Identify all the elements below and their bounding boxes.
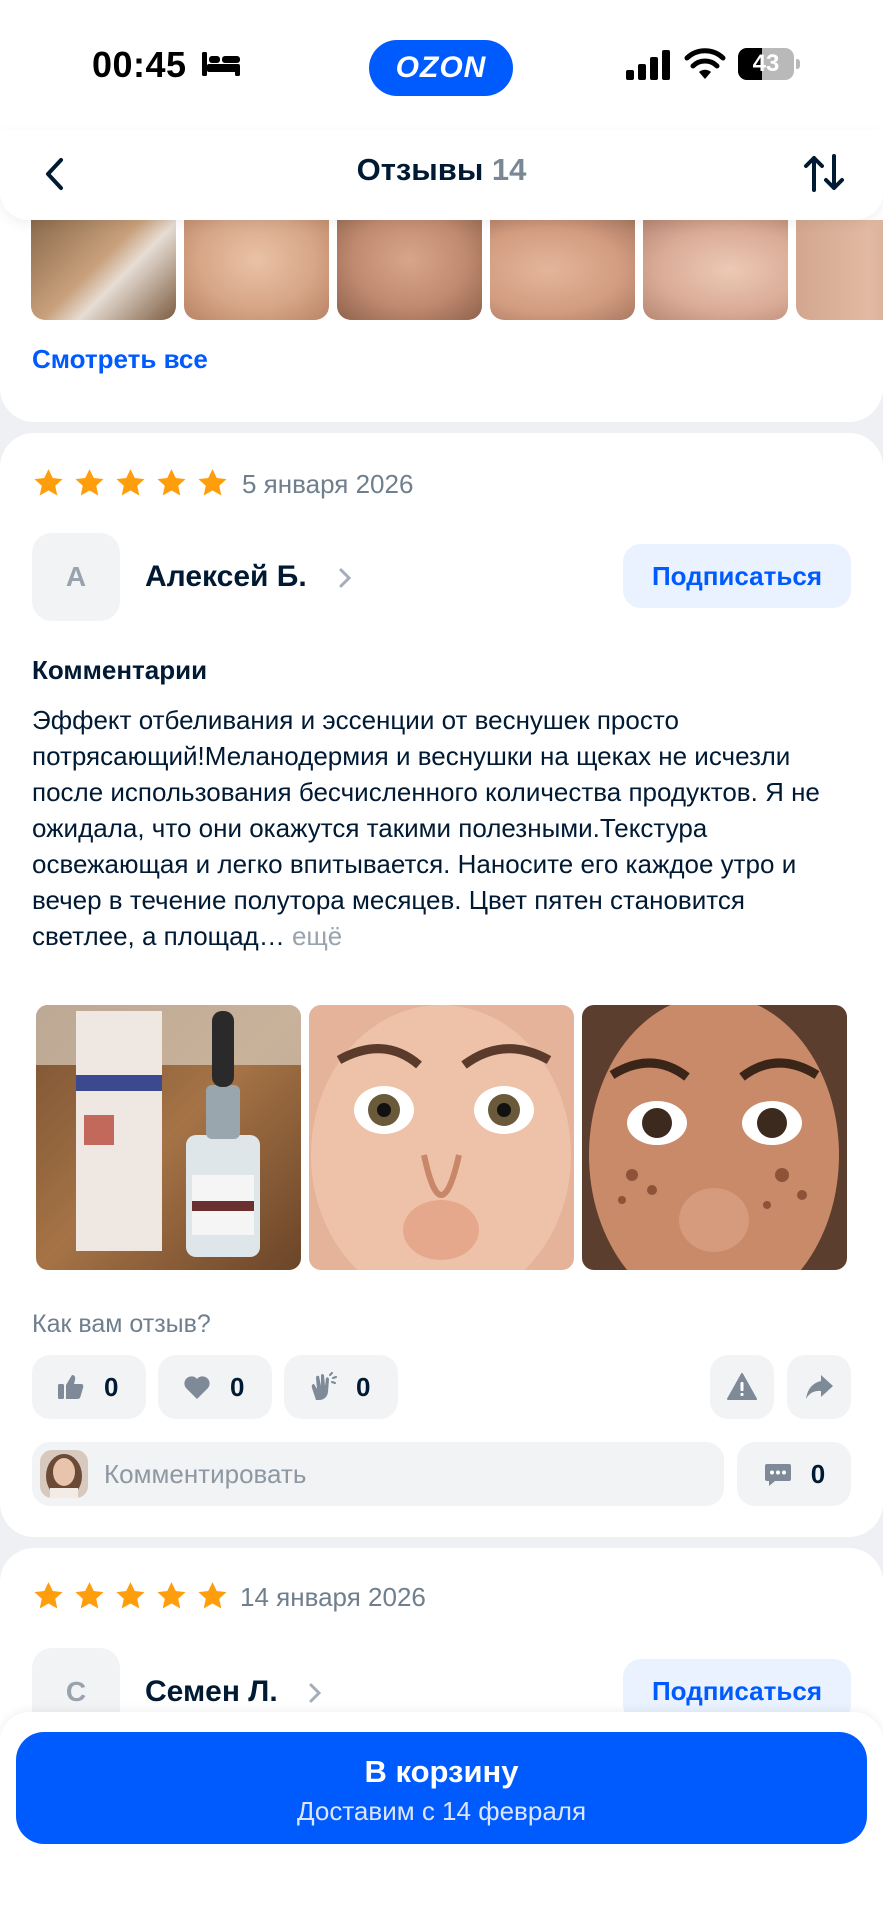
comment-placeholder: Комментировать (104, 1459, 307, 1489)
star-icon (34, 469, 63, 496)
review-date: 14 января 2026 (240, 1582, 426, 1612)
author-name[interactable]: Семен Л. (145, 1675, 278, 1709)
comments-heading: Комментарии (32, 655, 208, 685)
review-card: 5 января 2026 А Алексей Б. Подписаться К… (0, 433, 883, 1537)
review-text: Эффект отбеливания и эссенции от веснуше… (32, 702, 852, 954)
clock: 00:45 (92, 44, 187, 85)
page-header: Отзывы 14 (0, 130, 883, 220)
heart-count: 0 (230, 1371, 245, 1402)
review-photo[interactable] (309, 1005, 574, 1270)
review-count: 14 (491, 152, 527, 187)
avatar[interactable]: А (32, 533, 120, 621)
see-all-link[interactable]: Смотреть все (32, 344, 208, 375)
sort-icon[interactable] (800, 150, 848, 196)
author-name[interactable]: Алексей Б. (145, 560, 307, 594)
photo-thumbnails (31, 220, 883, 320)
chevron-right-icon (309, 1683, 322, 1703)
star-icon (157, 469, 186, 496)
battery-indicator: 43 (738, 48, 800, 80)
chevron-right-icon (339, 568, 352, 588)
user-avatar (40, 1450, 88, 1498)
speech-bubble-icon (764, 1464, 791, 1486)
bed-icon (202, 52, 240, 76)
star-icon (75, 1582, 104, 1609)
like-button[interactable]: 0 (32, 1355, 146, 1419)
ozon-logo: OZON (369, 40, 513, 96)
battery-percent: 43 (752, 50, 780, 77)
thumbs-up-icon (58, 1375, 84, 1399)
cellular-signal-icon (626, 50, 670, 80)
page-title-text: Отзывы (356, 152, 484, 187)
clap-button[interactable]: 0 (284, 1355, 398, 1419)
star-icon (34, 1582, 63, 1609)
star-icon (157, 1582, 186, 1609)
star-icon (116, 469, 145, 496)
add-to-cart-button[interactable]: В корзину Доставим с 14 февраля (16, 1732, 867, 1844)
star-icon (116, 1582, 145, 1609)
gallery-photo[interactable] (643, 220, 788, 320)
comment-count: 0 (810, 1458, 826, 1489)
cart-button-label: В корзину (364, 1754, 519, 1789)
bottom-cart-bar: В корзину Доставим с 14 февраля (0, 1712, 883, 1920)
comments-button[interactable]: 0 (737, 1442, 851, 1506)
warning-icon (727, 1373, 757, 1400)
comment-input[interactable]: Комментировать (32, 1442, 724, 1506)
feedback-question: Как вам отзыв? (32, 1310, 211, 1338)
review-photo[interactable] (36, 1005, 301, 1270)
review-photo[interactable] (582, 1005, 847, 1270)
review-date: 5 января 2026 (242, 469, 414, 499)
clapping-hands-icon (311, 1372, 337, 1400)
star-icon (75, 469, 104, 496)
share-button[interactable] (787, 1355, 851, 1419)
delivery-date: Доставим с 14 февраля (296, 1796, 587, 1826)
read-more-link[interactable]: ещё (292, 921, 342, 951)
star-rating (32, 467, 229, 500)
share-arrow-icon (806, 1375, 833, 1399)
heart-button[interactable]: 0 (158, 1355, 272, 1419)
heart-icon (184, 1376, 210, 1399)
wifi-icon (684, 48, 726, 79)
gallery-photo[interactable] (337, 220, 482, 320)
star-rating (32, 1580, 229, 1613)
gallery-photo[interactable] (490, 220, 635, 320)
clap-count: 0 (356, 1371, 371, 1402)
review-photos (36, 1005, 847, 1270)
review-body: Эффект отбеливания и эссенции от веснуше… (32, 705, 820, 951)
subscribe-button[interactable]: Подписаться (623, 544, 851, 608)
star-icon (198, 469, 227, 496)
page-title: Отзывы 14 (0, 152, 883, 188)
like-count: 0 (104, 1371, 119, 1402)
report-button[interactable] (710, 1355, 774, 1419)
gallery-photo[interactable] (184, 220, 329, 320)
gallery-photo[interactable] (31, 220, 176, 320)
gallery-photo[interactable] (796, 220, 883, 320)
star-icon (198, 1582, 227, 1609)
status-bar: 00:45 OZON 43 (0, 0, 883, 130)
